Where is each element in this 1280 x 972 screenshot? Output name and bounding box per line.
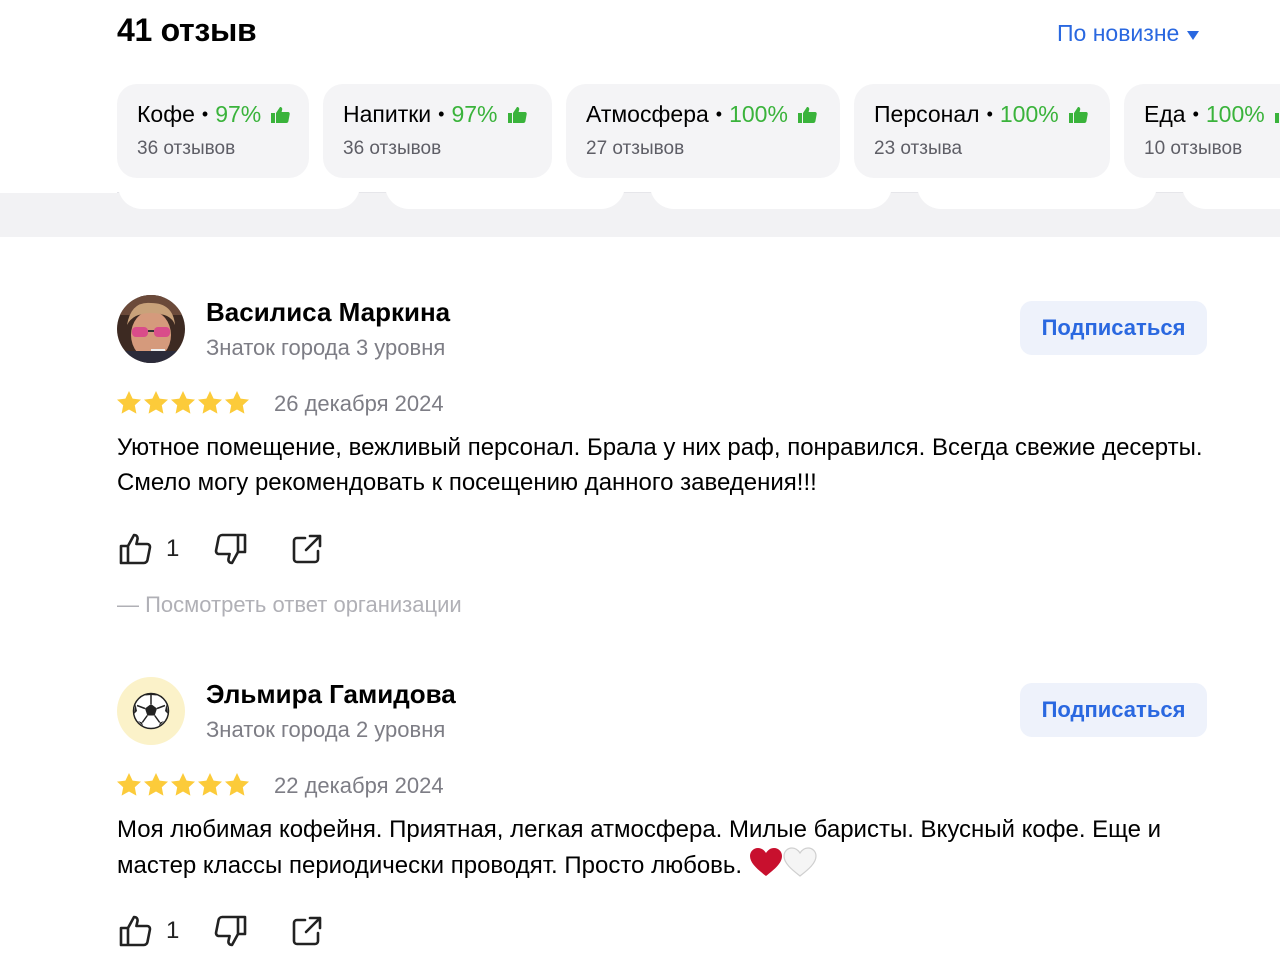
author-level: Знаток города 2 уровня: [206, 717, 446, 742]
star-icon: [171, 391, 195, 414]
category-percent: 97%: [215, 101, 262, 127]
review-actions: 1: [117, 531, 323, 567]
white-heart-icon: [783, 847, 817, 887]
category-percent: 100%: [729, 101, 788, 127]
rating-stars: [117, 773, 249, 796]
like-count: 1: [166, 917, 180, 944]
like-count: 1: [166, 535, 180, 562]
thumb-up-icon: [270, 106, 290, 124]
subscribe-button[interactable]: Подписаться: [1020, 301, 1207, 355]
category-percent: 100%: [999, 101, 1059, 127]
review-actions: 1: [117, 913, 323, 949]
category-name: Персонал: [874, 101, 980, 127]
like-button[interactable]: 1: [117, 531, 179, 567]
review-card: Василиса Маркина Знаток города 3 уровня …: [117, 295, 1207, 618]
share-button[interactable]: [291, 533, 323, 565]
avatar[interactable]: [117, 295, 185, 363]
share-icon: [293, 916, 322, 946]
author-name[interactable]: Василиса Маркина: [206, 297, 450, 328]
subscribe-button[interactable]: Подписаться: [1020, 683, 1207, 737]
thumb-up-icon: [507, 106, 527, 124]
share-icon: [293, 534, 322, 564]
review-text: Уютное помещение, вежливый персонал. Бра…: [117, 434, 1203, 496]
thumb-up-icon: [797, 106, 817, 124]
category-percent: 100%: [1205, 101, 1265, 127]
category-name: Еда: [1144, 101, 1186, 127]
category-name: Напитки: [343, 101, 432, 127]
category-count: 36 отзывов: [137, 138, 236, 159]
dislike-button[interactable]: [213, 531, 249, 567]
sort-label: По новизне: [1057, 20, 1180, 46]
review-date: 26 декабря 2024: [274, 391, 444, 416]
thumb-up-icon: [1068, 106, 1088, 124]
caret-down-icon: [1187, 30, 1200, 40]
category-chip-atmosphere[interactable]: Атмосфера • 100% 27 отзывов: [566, 84, 840, 178]
star-icon: [225, 391, 249, 414]
star-icon: [171, 773, 195, 796]
thumb-up-icon: [119, 915, 152, 947]
category-count: 36 отзывов: [343, 138, 442, 159]
review-text-block: Моя любимая кофейня. Приятная, легкая ат…: [117, 812, 1217, 887]
rating-stars: [117, 391, 249, 414]
thumb-down-icon: [215, 915, 247, 947]
review-card: Эльмира Гамидова Знаток города 2 уровня …: [117, 677, 1207, 972]
thumb-down-icon: [215, 533, 247, 565]
category-chip-drinks[interactable]: Напитки • 97% 36 отзывов: [323, 84, 552, 178]
review-date: 22 декабря 2024: [274, 773, 444, 798]
star-icon: [198, 391, 222, 414]
star-icon: [144, 391, 168, 414]
category-chips: Кофе • 97% 36 отзывов Напитки • 97% 36 о…: [117, 84, 1280, 180]
category-count: 23 отзыва: [874, 138, 963, 159]
section-separator: [0, 183, 1280, 237]
category-chip-staff[interactable]: Персонал • 100% 23 отзыва: [854, 84, 1110, 178]
star-icon: [117, 391, 141, 414]
star-icon: [144, 773, 168, 796]
red-heart-icon: [749, 847, 783, 887]
soccer-ball-icon: [132, 692, 170, 730]
view-org-reply-link[interactable]: — Посмотреть ответ организации: [117, 592, 462, 618]
category-chip-coffee[interactable]: Кофе • 97% 36 отзывов: [117, 84, 309, 178]
category-name: Кофе: [137, 101, 195, 127]
review-text: Моя любимая кофейня. Приятная, легкая ат…: [117, 816, 1162, 879]
thumb-up-icon: [119, 533, 152, 565]
dislike-button[interactable]: [213, 913, 249, 949]
star-icon: [117, 773, 141, 796]
thumb-up-icon: [1274, 106, 1280, 124]
author-level: Знаток города 3 уровня: [206, 335, 446, 360]
star-icon: [225, 773, 249, 796]
reviews-count-title: 41 отзыв: [117, 12, 257, 48]
category-percent: 97%: [451, 101, 498, 127]
category-name: Атмосфера: [586, 101, 709, 127]
like-button[interactable]: 1: [117, 913, 179, 949]
star-icon: [198, 773, 222, 796]
share-button[interactable]: [291, 915, 323, 947]
category-count: 27 отзывов: [586, 138, 685, 159]
sort-dropdown[interactable]: По новизне: [1057, 20, 1200, 47]
avatar[interactable]: [117, 677, 185, 745]
category-count: 10 отзывов: [1144, 138, 1243, 159]
author-name[interactable]: Эльмира Гамидова: [206, 679, 456, 710]
category-chip-food[interactable]: Еда • 100% 10 отзывов: [1124, 84, 1280, 178]
